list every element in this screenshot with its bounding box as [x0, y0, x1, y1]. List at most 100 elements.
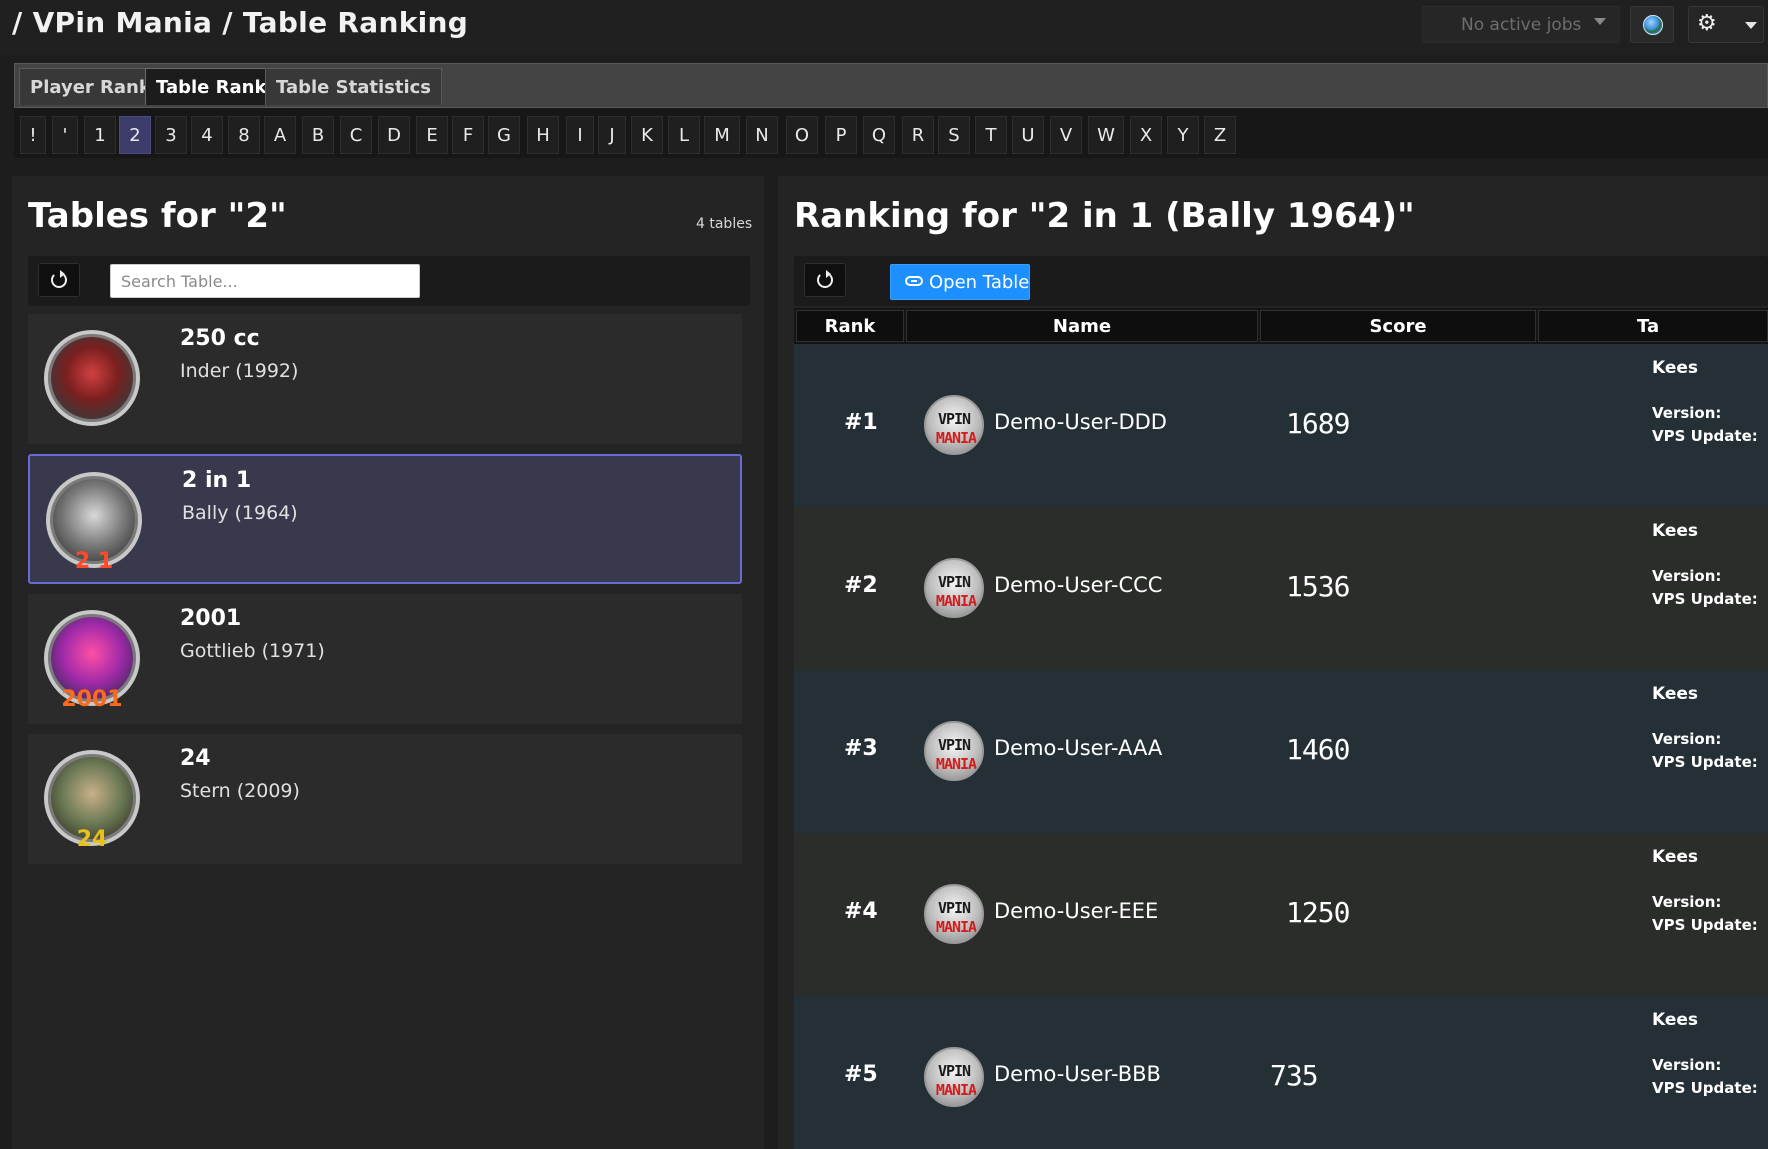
vps-update-label: VPS Update: — [1652, 590, 1758, 608]
table-list-item-selected[interactable]: 2 1 2 in 1 Bally (1964) — [28, 454, 742, 584]
ranking-row[interactable]: #3 VPIN MANIA Demo-User-AAA 1460 Kees Ve… — [794, 670, 1768, 833]
letter-button[interactable]: H — [527, 116, 559, 154]
letter-button[interactable]: E — [416, 116, 448, 154]
table-list-item[interactable]: 24 24 Stern (2009) — [28, 734, 742, 864]
table-wheel-label: 2001 — [61, 687, 123, 712]
rank-value: #4 — [844, 899, 878, 924]
letter-button[interactable]: B — [302, 116, 334, 154]
table-manufacturer: Gottlieb (1971) — [180, 640, 325, 662]
player-name: Demo-User-DDD — [994, 410, 1167, 434]
submitter-name: Kees — [1652, 1010, 1699, 1030]
table-manufacturer: Bally (1964) — [182, 502, 298, 524]
player-name: Demo-User-CCC — [994, 573, 1163, 597]
chevron-down-icon[interactable] — [1594, 18, 1606, 25]
letter-button[interactable]: F — [452, 116, 484, 154]
rank-value: #2 — [844, 573, 878, 598]
player-avatar: VPIN MANIA — [924, 558, 984, 618]
letter-filter-bar: ! ' 1 2 3 4 8 A B C D E F G H I J K L M … — [14, 108, 1768, 158]
table-name: 250 cc — [180, 326, 260, 351]
table-manufacturer: Stern (2009) — [180, 780, 300, 802]
letter-button[interactable]: S — [938, 116, 970, 154]
tables-toolbar — [28, 256, 750, 306]
table-name: 2 in 1 — [182, 468, 252, 493]
letter-button[interactable]: 1 — [84, 116, 116, 154]
version-label: Version: — [1652, 1056, 1722, 1074]
ranking-row[interactable]: #1 VPIN MANIA Demo-User-DDD 1689 Kees Ve… — [794, 344, 1768, 507]
table-wheel-icon: 2 1 — [46, 472, 142, 574]
letter-button[interactable]: U — [1012, 116, 1044, 154]
column-header-rank[interactable]: Rank — [796, 310, 904, 342]
letter-button[interactable]: 8 — [228, 116, 260, 154]
open-table-button[interactable]: Open Table — [890, 264, 1030, 300]
tables-panel-title: Tables for "2" — [28, 196, 287, 236]
chevron-down-icon[interactable] — [1745, 22, 1757, 29]
version-label: Version: — [1652, 893, 1722, 911]
letter-button[interactable]: V — [1050, 116, 1082, 154]
ranking-row[interactable]: #2 VPIN MANIA Demo-User-CCC 1536 Kees Ve… — [794, 507, 1768, 670]
letter-button[interactable]: K — [631, 116, 663, 154]
letter-button[interactable]: Q — [863, 116, 895, 154]
player-name: Demo-User-EEE — [994, 899, 1159, 923]
vps-update-label: VPS Update: — [1652, 753, 1758, 771]
player-name: Demo-User-AAA — [994, 736, 1163, 760]
submitter-name: Kees — [1652, 358, 1699, 378]
table-list-item[interactable]: 250 cc Inder (1992) — [28, 314, 742, 444]
refresh-tables-button[interactable] — [38, 263, 80, 297]
rank-value: #1 — [844, 410, 878, 435]
globe-button[interactable] — [1630, 6, 1674, 43]
jobs-dropdown[interactable]: No active jobs — [1422, 6, 1620, 43]
letter-button[interactable]: D — [378, 116, 410, 154]
score-value: 1689 — [1286, 407, 1350, 440]
letter-button[interactable]: O — [786, 116, 818, 154]
version-label: Version: — [1652, 567, 1722, 585]
letter-button[interactable]: C — [340, 116, 372, 154]
letter-button[interactable]: M — [704, 116, 740, 154]
player-avatar: VPIN MANIA — [924, 884, 984, 944]
search-table-input[interactable] — [110, 264, 420, 298]
refresh-icon — [51, 270, 67, 288]
letter-button[interactable]: 4 — [191, 116, 223, 154]
ranking-row[interactable]: #4 VPIN MANIA Demo-User-EEE 1250 Kees Ve… — [794, 833, 1768, 996]
letter-button[interactable]: G — [488, 116, 520, 154]
ranking-toolbar: Open Table — [794, 256, 1768, 306]
letter-button[interactable]: T — [975, 116, 1007, 154]
letter-button-active[interactable]: 2 — [119, 116, 151, 154]
ranking-panel: Ranking for "2 in 1 (Bally 1964)" Open T… — [778, 176, 1768, 1149]
vps-update-label: VPS Update: — [1652, 1079, 1758, 1097]
letter-button[interactable]: Y — [1167, 116, 1199, 154]
column-header-name[interactable]: Name — [906, 310, 1258, 342]
gear-icon: ⚙ — [1697, 11, 1717, 36]
letter-button[interactable]: P — [825, 116, 857, 154]
refresh-ranking-button[interactable] — [804, 263, 846, 297]
letter-button[interactable]: J — [598, 116, 626, 154]
column-header-score[interactable]: Score — [1260, 310, 1536, 342]
refresh-icon — [817, 270, 833, 288]
player-avatar: VPIN MANIA — [924, 1047, 984, 1107]
letter-button[interactable]: N — [746, 116, 778, 154]
submitter-name: Kees — [1652, 847, 1699, 867]
letter-button[interactable]: R — [902, 116, 934, 154]
player-name: Demo-User-BBB — [994, 1062, 1161, 1086]
column-header-table[interactable]: Ta — [1538, 310, 1768, 342]
letter-button[interactable]: 3 — [155, 116, 187, 154]
letter-button[interactable]: ! — [20, 116, 46, 154]
settings-button[interactable]: ⚙ — [1688, 6, 1764, 43]
table-wheel-label: 24 — [76, 827, 108, 852]
letter-button[interactable]: Z — [1204, 116, 1236, 154]
letter-button[interactable]: X — [1130, 116, 1162, 154]
version-label: Version: — [1652, 404, 1722, 422]
link-icon — [905, 276, 923, 286]
score-value: 735 — [1270, 1059, 1319, 1092]
top-bar: / VPin Mania / Table Ranking No active j… — [0, 0, 1768, 55]
tab-table-statistics[interactable]: Table Statistics — [265, 68, 442, 105]
rank-value: #5 — [844, 1062, 878, 1087]
letter-button[interactable]: I — [566, 116, 594, 154]
letter-button[interactable]: ' — [52, 116, 78, 154]
letter-button[interactable]: L — [668, 116, 700, 154]
letter-button[interactable]: W — [1088, 116, 1124, 154]
letter-button[interactable]: A — [264, 116, 296, 154]
table-name: 24 — [180, 746, 211, 771]
score-value: 1250 — [1286, 896, 1350, 929]
ranking-row[interactable]: #5 VPIN MANIA Demo-User-BBB 735 Kees Ver… — [794, 996, 1768, 1149]
table-list-item[interactable]: 2001 2001 Gottlieb (1971) — [28, 594, 742, 724]
